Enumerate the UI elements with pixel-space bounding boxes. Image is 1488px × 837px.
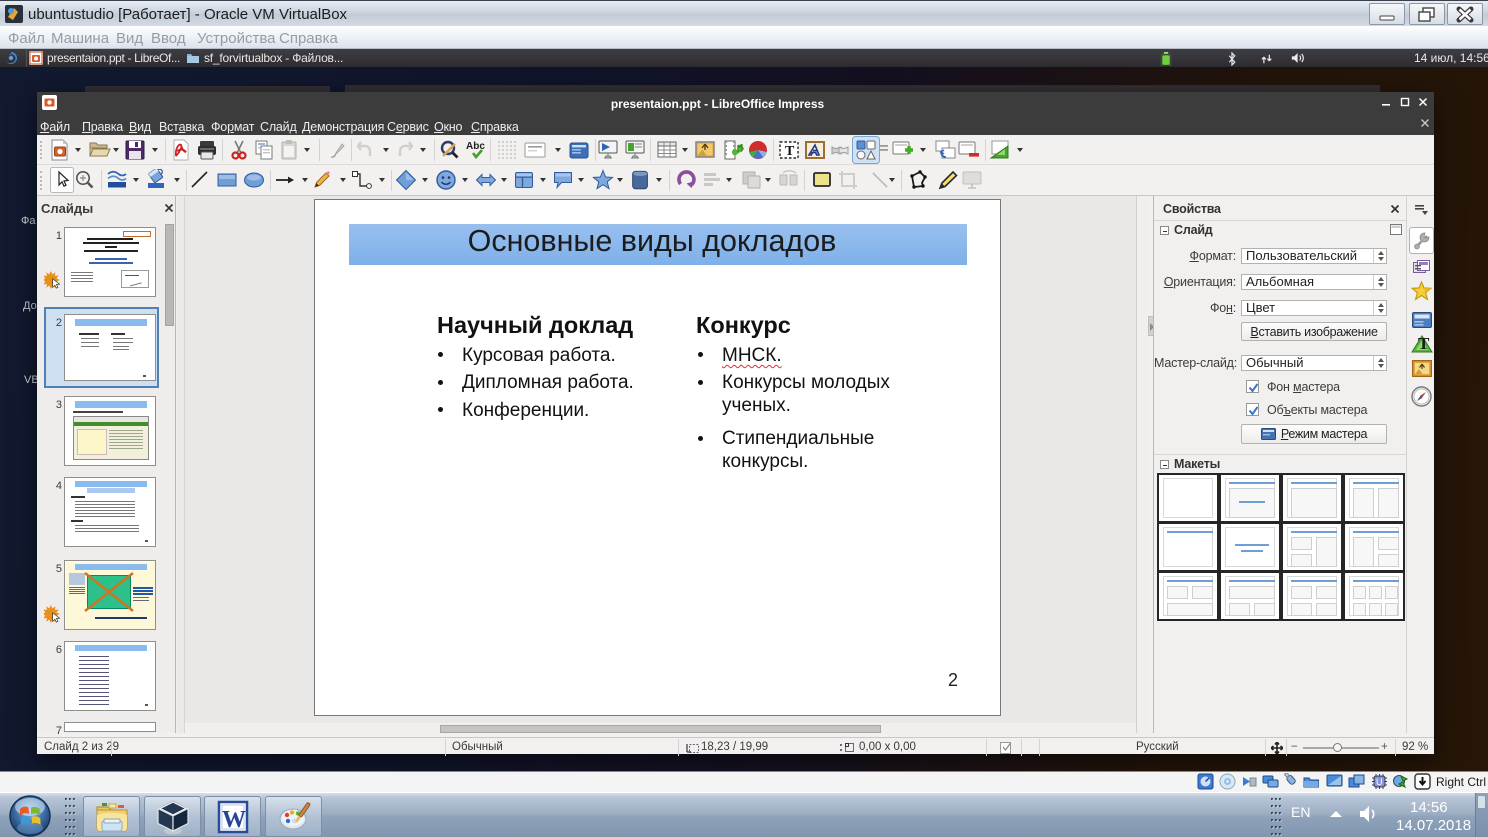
svg-text:Abc: Abc — [466, 141, 485, 152]
svg-text:W: W — [222, 807, 246, 833]
svg-text:T: T — [1418, 334, 1430, 353]
svg-text:T: T — [785, 144, 795, 159]
svg-text:U: U — [1376, 777, 1383, 787]
